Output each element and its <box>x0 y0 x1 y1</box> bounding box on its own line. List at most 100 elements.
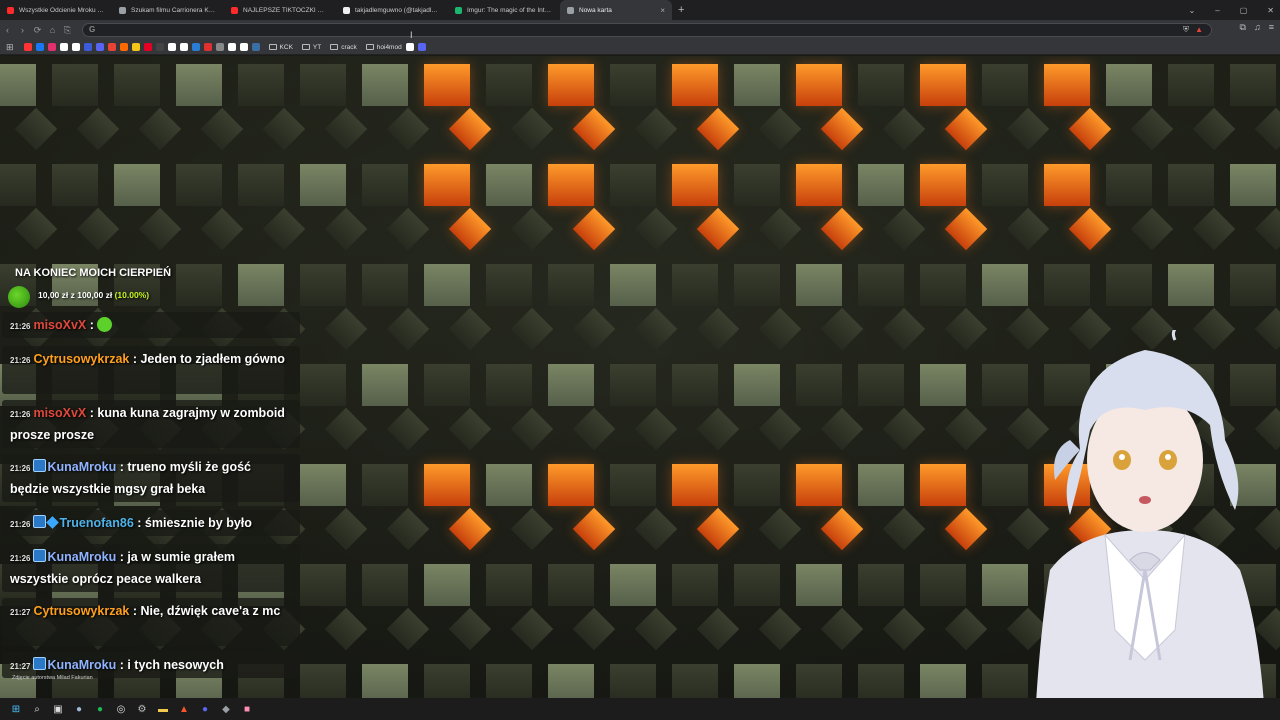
discord-icon[interactable]: ● <box>197 701 213 717</box>
bookmark-favicon-icon[interactable] <box>417 43 426 51</box>
bookmark-folder-label: YT <box>312 43 322 51</box>
settings-icon[interactable]: ⚙ <box>134 701 150 717</box>
background-diamond <box>572 607 616 651</box>
bookmark-favicon-icon[interactable] <box>215 43 224 51</box>
bookmark-folder[interactable]: hoi4mod <box>365 44 402 51</box>
bookmark-favicon-icon[interactable] <box>131 43 140 51</box>
bookmark-favicon-icon[interactable] <box>119 43 128 51</box>
close-window-icon[interactable]: ✕ <box>1267 6 1274 15</box>
new-tab-button[interactable]: + <box>672 4 690 16</box>
bookmark-favicon-icon[interactable] <box>227 43 236 51</box>
background-diamond <box>1068 107 1112 151</box>
chat-timestamp: 21:26 <box>10 356 31 365</box>
background-tile <box>734 464 780 506</box>
bookmark-favicon-icon[interactable] <box>23 43 32 51</box>
brave-icon[interactable]: ▲ <box>176 701 192 717</box>
bookmark-folder[interactable]: crack <box>330 44 357 51</box>
background-tile <box>610 164 656 206</box>
background-tile <box>424 564 470 606</box>
background-tile <box>796 364 842 406</box>
background-tile <box>362 364 408 406</box>
minimize-icon[interactable]: – <box>1215 6 1219 15</box>
bookmark-favicon-icon[interactable] <box>59 43 68 51</box>
background-diamond <box>14 207 58 251</box>
search-icon[interactable]: ⌕ <box>29 701 45 717</box>
bookmark-favicon-icon[interactable] <box>203 43 212 51</box>
background-diamond <box>324 407 368 451</box>
bookmark-folder[interactable]: KCK <box>268 44 293 51</box>
tab-close-icon[interactable]: × <box>660 6 665 15</box>
background-tile <box>362 64 408 106</box>
pink-app-icon[interactable]: ■ <box>239 701 255 717</box>
bookmark-favicon-icon[interactable] <box>107 43 116 51</box>
bookmark-favicon-icon[interactable] <box>239 43 248 51</box>
bookmark-favicon-icon[interactable] <box>191 43 200 51</box>
background-diamond <box>262 207 306 251</box>
browser-tab[interactable]: takjadlemguwno (@takjadlemguwno) <box>336 0 448 20</box>
bookmark-favicon-icon[interactable] <box>155 43 164 51</box>
bookmark-favicon-icon[interactable] <box>71 43 80 51</box>
bookmark-favicon-icon[interactable] <box>143 43 152 51</box>
bookmark-folder[interactable]: YT <box>301 43 322 51</box>
bookmark-favicon-icon[interactable] <box>251 43 260 51</box>
browser-tab[interactable]: Imgur: The magic of the Internet <box>448 0 560 20</box>
background-diamond <box>324 507 368 551</box>
window-controls: ⌄ – ▢ ✕ <box>1189 0 1274 20</box>
bookmark-favicon-icon[interactable] <box>83 43 92 51</box>
chat-username: misoXvX <box>33 318 87 332</box>
background-tile <box>1230 164 1276 206</box>
media-icon[interactable]: ♫ <box>1254 22 1261 33</box>
app-icon[interactable]: ◆ <box>218 701 234 717</box>
obs-icon[interactable]: ◎ <box>113 701 129 717</box>
steam-icon[interactable]: ● <box>71 701 87 717</box>
background-tile <box>610 364 656 406</box>
background-tile <box>548 364 594 406</box>
browser-tab[interactable]: NAJLEPSZE TIKTOCZKI OD WIDZÓW <box>224 0 336 20</box>
extensions-icon[interactable]: ⧉ <box>1240 22 1246 33</box>
background-tile <box>486 664 532 698</box>
background-tile <box>920 164 966 206</box>
subscriber-badge-icon <box>33 459 47 472</box>
background-diamond <box>758 407 802 451</box>
brave-shield-icon[interactable]: ⛨ <box>1183 25 1189 35</box>
folder-icon <box>365 44 374 50</box>
spotify-icon[interactable]: ● <box>92 701 108 717</box>
background-diamond <box>820 207 864 251</box>
browser-tab[interactable]: Szukam filmu Carrionera Katharsis - 1 <box>112 0 224 20</box>
toolbar-right-tools: ⧉ ♫ ≡ <box>1240 22 1274 33</box>
bookmark-favicon-icon[interactable] <box>95 43 104 51</box>
back-icon[interactable]: ‹ <box>0 25 15 35</box>
chat-text: : śmiesznie by było <box>137 516 252 530</box>
omnibox[interactable]: G ⛨ ▲ <box>82 23 1212 37</box>
brave-rewards-icon[interactable]: ▲ <box>1195 25 1203 34</box>
background-tile <box>548 464 594 506</box>
forward-icon[interactable]: › <box>15 25 30 35</box>
bookmark-favicon-icon[interactable] <box>47 43 56 51</box>
background-diamond <box>386 607 430 651</box>
maximize-icon[interactable]: ▢ <box>1240 6 1248 15</box>
menu-icon[interactable]: ≡ <box>1269 22 1274 33</box>
windows-icon[interactable]: ⊞ <box>8 701 24 717</box>
bookmark-favicon-icon[interactable] <box>405 43 414 51</box>
donation-amount: 10,00 zł z 100,00 zł <box>38 290 113 300</box>
bookmark-page-icon[interactable]: ⎘ <box>60 25 75 36</box>
background-diamond <box>634 107 678 151</box>
chat-username: KunaMroku <box>47 658 117 672</box>
reload-icon[interactable]: ⟳ <box>30 25 45 36</box>
bookmark-favicon-icon[interactable] <box>35 43 44 51</box>
bookmark-favicon-icon[interactable] <box>179 43 188 51</box>
home-icon[interactable]: ⌂ <box>45 25 60 35</box>
background-tile <box>486 564 532 606</box>
apps-grid-icon[interactable]: ⊞ <box>6 42 14 53</box>
taskview-icon[interactable]: ▣ <box>50 701 66 717</box>
browser-tab[interactable]: Wszystkie Odcienie Mroku - YouTube <box>0 0 112 20</box>
background-tile <box>300 564 346 606</box>
background-diamond <box>1254 107 1280 151</box>
explorer-icon[interactable]: ▬ <box>155 701 171 717</box>
tab-search-icon[interactable]: ⌄ <box>1189 6 1196 15</box>
background-tile <box>610 664 656 698</box>
bookmark-favicon-icon[interactable] <box>167 43 176 51</box>
background-tile <box>734 64 780 106</box>
browser-tab[interactable]: Nowa karta × <box>560 0 672 20</box>
background-diamond <box>944 107 988 151</box>
